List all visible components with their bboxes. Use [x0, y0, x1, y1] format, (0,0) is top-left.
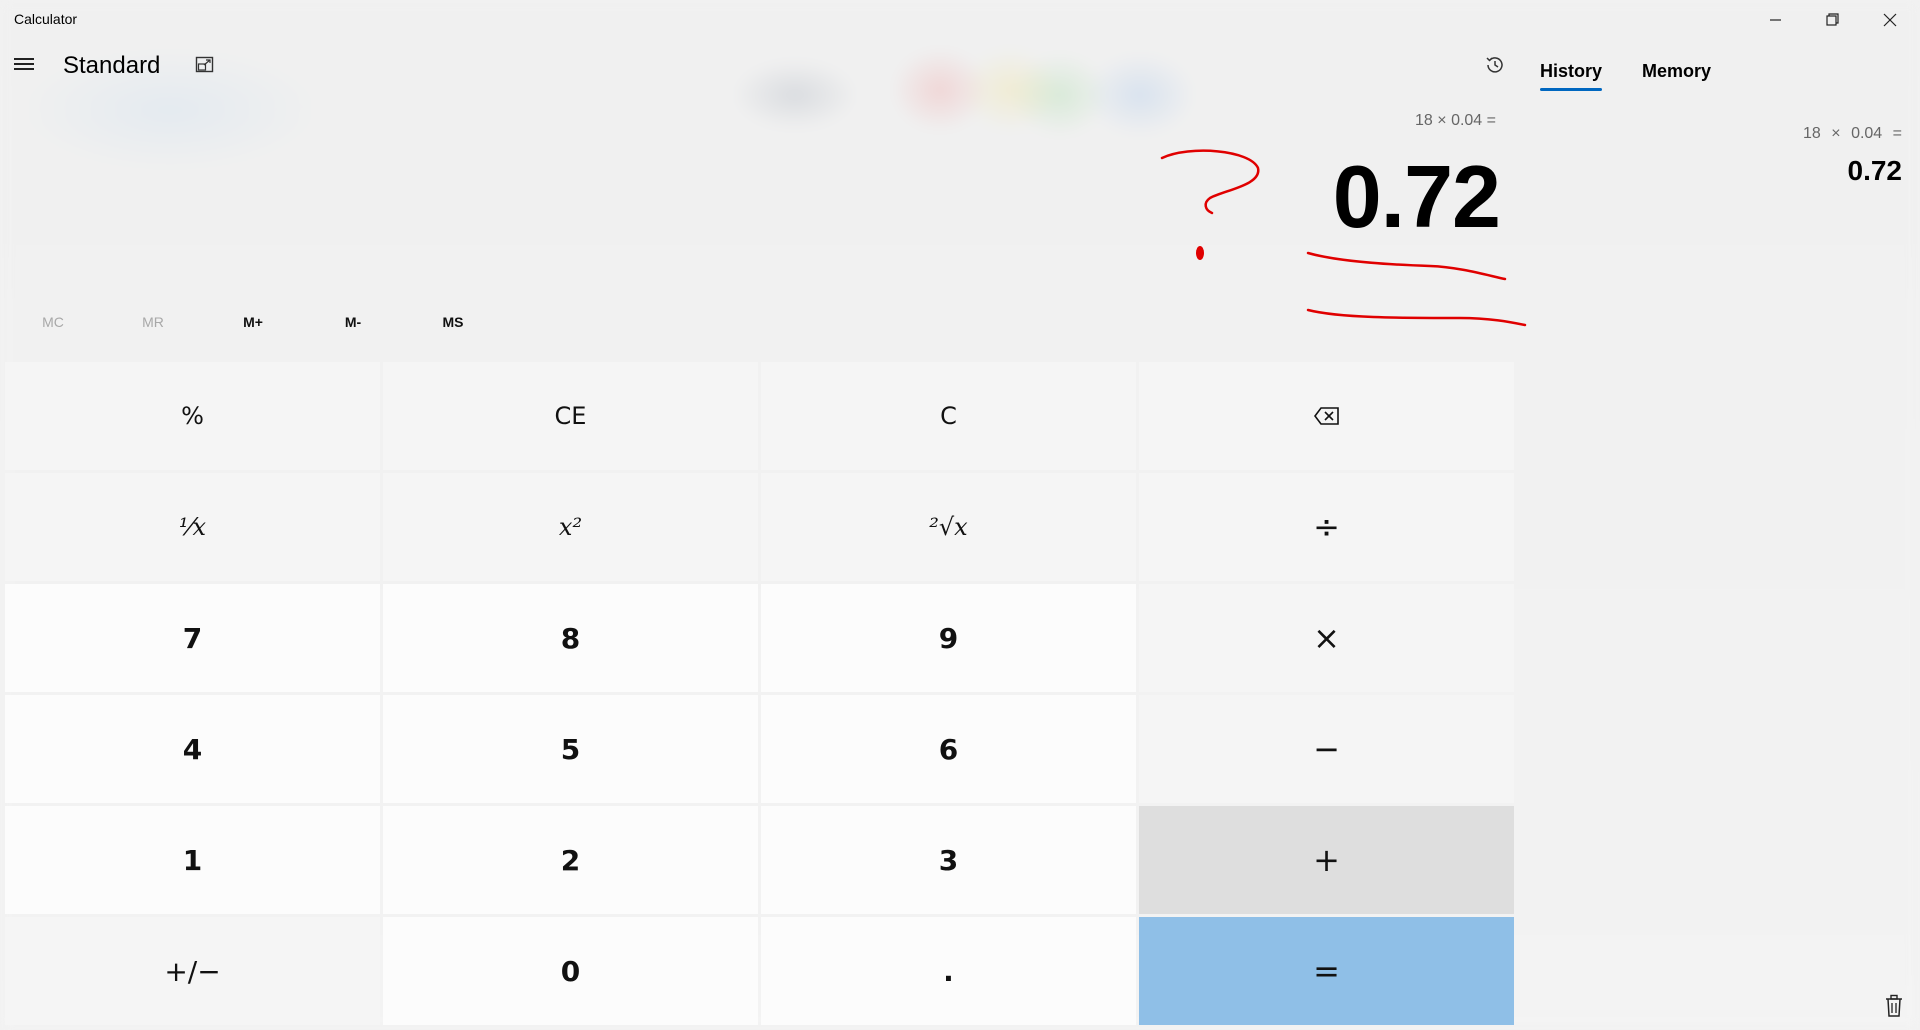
close-button[interactable] — [1862, 0, 1918, 40]
square-button[interactable]: x² — [383, 473, 758, 581]
m-minus-button[interactable]: M- — [313, 314, 393, 330]
tab-memory[interactable]: Memory — [1642, 61, 1711, 82]
trash-icon[interactable] — [1884, 994, 1904, 1018]
digit-1-button[interactable]: 1 — [5, 806, 380, 914]
close-icon — [1883, 13, 1897, 27]
clear-button[interactable]: C — [761, 362, 1136, 470]
minimize-button[interactable] — [1748, 0, 1804, 40]
keypad: % CE C ¹⁄x x² ²√x ÷ 7 8 9 × 4 5 6 − 1 2 … — [5, 362, 1517, 1025]
backspace-button[interactable] — [1139, 362, 1514, 470]
digit-0-button[interactable]: 0 — [383, 917, 758, 1025]
expression-display: 18 × 0.04 = — [1415, 112, 1496, 129]
mc-button[interactable]: MC — [13, 314, 93, 330]
restore-icon — [1826, 13, 1839, 26]
decimal-button[interactable]: . — [761, 917, 1136, 1025]
digit-9-button[interactable]: 9 — [761, 584, 1136, 692]
keep-on-top-icon[interactable] — [195, 56, 215, 74]
result-display: 0.72 — [1332, 147, 1501, 246]
digit-5-button[interactable]: 5 — [383, 695, 758, 803]
reciprocal-label: ¹⁄x — [178, 513, 207, 541]
square-label: x² — [558, 513, 583, 541]
title-bar[interactable]: Calculator — [0, 0, 1920, 40]
reciprocal-button[interactable]: ¹⁄x — [5, 473, 380, 581]
percent-button[interactable]: % — [5, 362, 380, 470]
digit-7-button[interactable]: 7 — [5, 584, 380, 692]
minus-button[interactable]: − — [1139, 695, 1514, 803]
tab-history[interactable]: History — [1540, 61, 1602, 82]
minimize-icon — [1770, 19, 1781, 21]
digit-3-button[interactable]: 3 — [761, 806, 1136, 914]
backspace-icon — [1313, 407, 1339, 425]
mode-title: Standard — [63, 52, 161, 79]
square-root-button[interactable]: ²√x — [761, 473, 1136, 581]
digit-4-button[interactable]: 4 — [5, 695, 380, 803]
mr-button[interactable]: MR — [113, 314, 193, 330]
history-expression: 18 × 0.04 = — [1803, 125, 1902, 142]
hamburger-icon[interactable] — [14, 56, 36, 72]
ms-button[interactable]: MS — [413, 314, 493, 330]
equals-button[interactable]: = — [1139, 917, 1514, 1025]
m-plus-button[interactable]: M+ — [213, 314, 293, 330]
digit-2-button[interactable]: 2 — [383, 806, 758, 914]
multiply-button[interactable]: × — [1139, 584, 1514, 692]
memory-row: MC MR M+ M- MS — [0, 314, 500, 338]
digit-8-button[interactable]: 8 — [383, 584, 758, 692]
clear-entry-button[interactable]: CE — [383, 362, 758, 470]
app-title: Calculator — [14, 11, 78, 27]
plus-button[interactable]: + — [1139, 806, 1514, 914]
square-root-label: ²√x — [929, 513, 968, 541]
tab-active-indicator — [1540, 88, 1602, 91]
history-icon[interactable] — [1484, 54, 1506, 76]
history-result: 0.72 — [1847, 155, 1903, 186]
restore-button[interactable] — [1805, 0, 1861, 40]
divide-button[interactable]: ÷ — [1139, 473, 1514, 581]
digit-6-button[interactable]: 6 — [761, 695, 1136, 803]
negate-button[interactable]: +/− — [5, 917, 380, 1025]
